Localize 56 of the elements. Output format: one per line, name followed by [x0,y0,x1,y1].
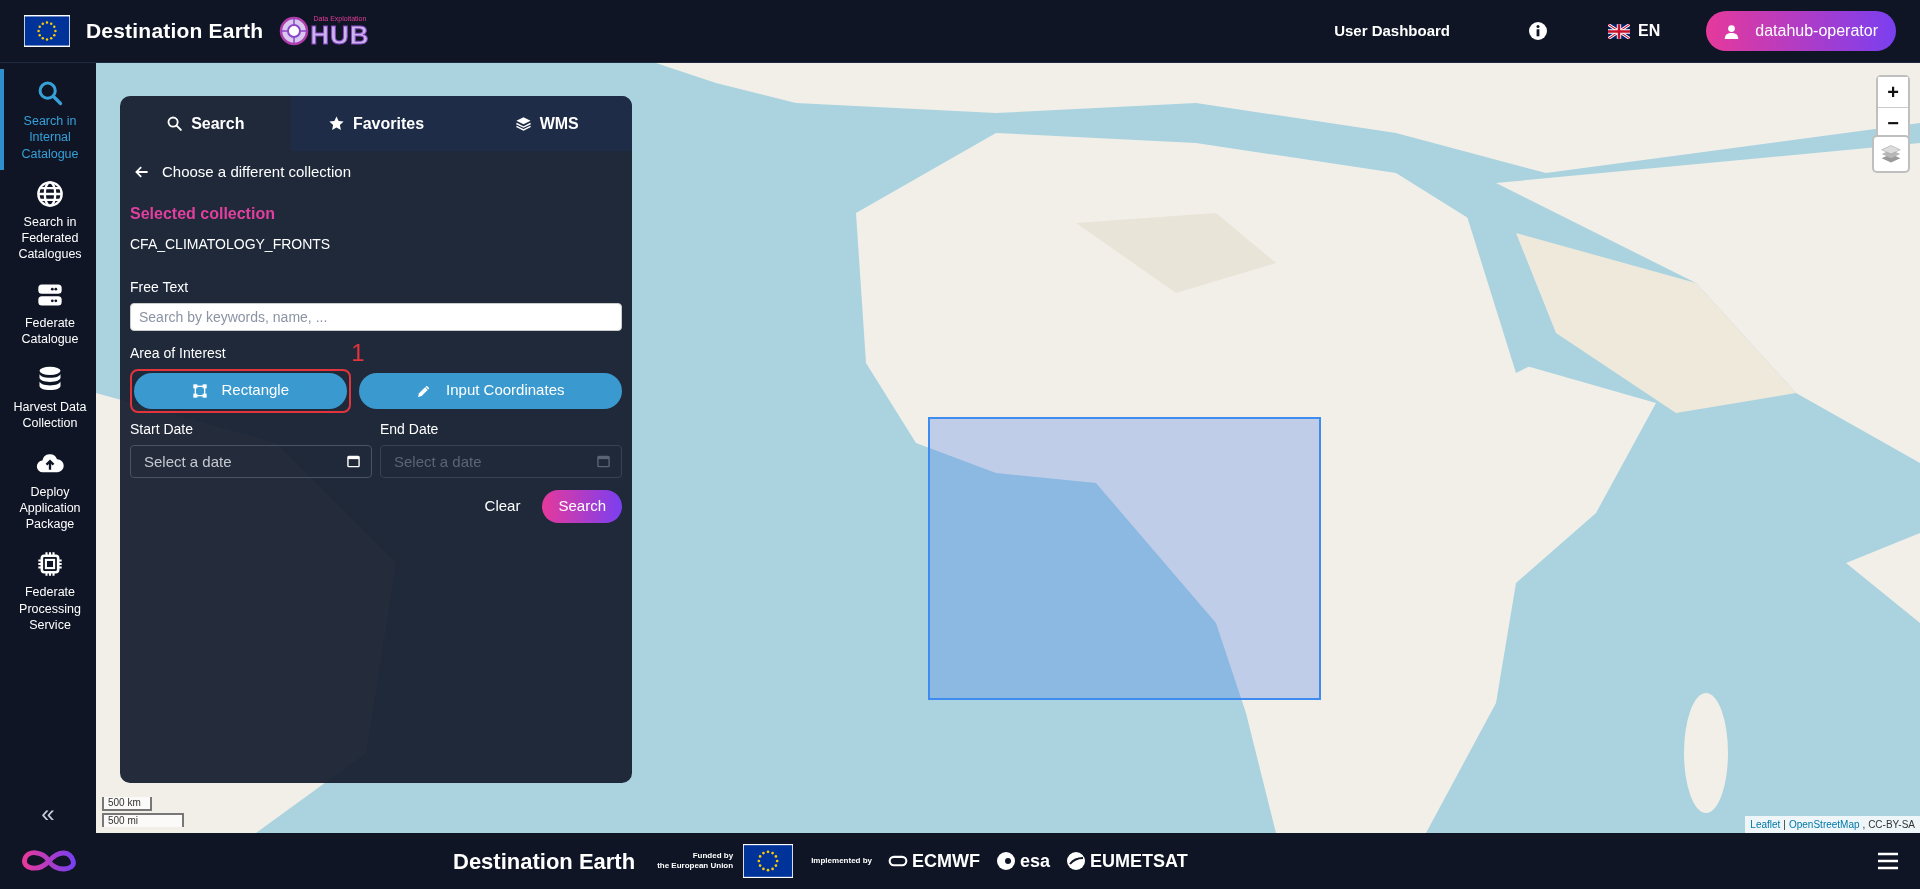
app-title: Destination Earth [86,18,264,45]
user-menu-button[interactable]: datahub-operator [1706,11,1896,51]
field-label: Area of Interest [130,343,226,363]
eu-flag-icon [24,15,70,47]
sidebar-item[interactable]: Federate Catalogue [0,270,96,355]
hub-logo-icon [279,16,310,46]
date-field[interactable]: Select a date [130,444,372,478]
footer-title: Destination Earth [453,847,636,876]
user-icon [1724,23,1740,39]
star-icon [327,115,345,132]
funded-by-text: Funded by the European Union [657,851,734,871]
partner-logo-text: esa [1020,849,1051,873]
sidebar-item[interactable]: Search in Federated Catalogues [0,169,96,271]
attribution-text: , CC-BY-SA [1862,818,1915,832]
user-dashboard-link[interactable]: User Dashboard [1334,19,1450,43]
search-icon [166,115,184,132]
section-heading: Selected collection [130,203,276,224]
implemented-by-text: Implemented by [811,855,873,867]
free-text-field[interactable]: Search by keywords, name, ... [130,302,622,331]
circle-logo-icon [996,851,1017,871]
panel-tab[interactable]: Favorites [290,96,462,151]
sidebar-item[interactable]: Deploy Application Package [0,439,96,541]
collection-name: CFA_CLIMATOLOGY_FRONTS [130,234,332,254]
uk-flag-icon [1608,23,1630,39]
collapse-button[interactable]: « [35,801,61,827]
search-icon [36,79,64,107]
annotation-number: 1 [351,340,365,365]
field-label: End Date [380,419,439,439]
eu-flag-icon [743,844,794,878]
info-icon[interactable] [1528,21,1548,41]
swoosh-logo-icon [1066,851,1087,871]
search-button[interactable]: Search [542,489,622,523]
language-selector[interactable]: EN [1638,19,1661,43]
globe-icon [36,179,64,208]
panel-tab[interactable]: Search [120,96,291,151]
scale-label: 500 km [102,797,152,811]
back-link[interactable]: Choose a different collection [130,153,355,192]
calendar-icon[interactable] [347,453,360,468]
zoom-out-button[interactable]: − [1878,107,1908,137]
panel-tab[interactable]: WMS [461,96,632,151]
partner-logo-text: ECMWF [912,849,981,873]
sidebar-item[interactable]: Harvest Data Collection [0,355,96,440]
field-label: Start Date [130,419,194,439]
clear-button[interactable]: Clear [478,493,527,519]
attribution-text: | [1783,818,1786,832]
scale-label: 500 mi [102,813,184,827]
attribution-link[interactable]: OpenStreetMap [1788,817,1860,832]
bounding-box-icon [191,382,208,399]
partner-logo-text: EUMETSAT [1090,849,1188,873]
field-label: Free Text [130,277,189,297]
layers-icon [514,115,532,132]
chip-icon [36,550,64,579]
layers-button[interactable] [1872,135,1910,173]
attribution-link[interactable]: Leaflet [1750,817,1781,832]
cloud-logo-icon [888,855,909,867]
sidebar-item[interactable]: Federate Processing Service [0,540,96,641]
